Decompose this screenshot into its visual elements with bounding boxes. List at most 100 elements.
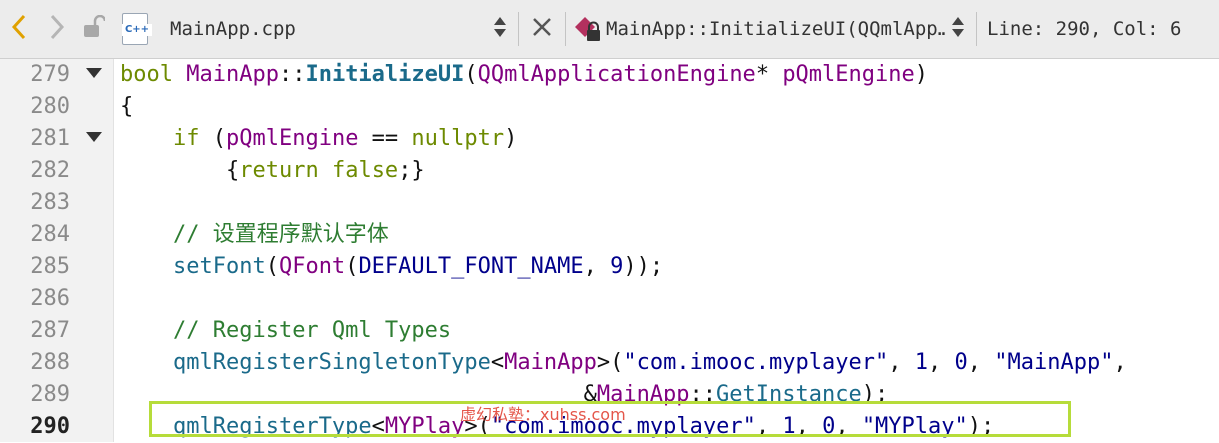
code-token: setFont bbox=[172, 254, 266, 279]
locked-method-icon bbox=[572, 15, 606, 43]
code-token: ) bbox=[914, 62, 929, 87]
current-symbol[interactable]: MainApp::InitializeUI(QQmlApp… bbox=[606, 18, 946, 40]
code-text: {return false;} bbox=[120, 155, 425, 187]
code-token: ( bbox=[464, 62, 478, 87]
line-number: 280 bbox=[30, 94, 70, 119]
code-editor[interactable]: 279 bool MainApp::InitializeUI(QQmlApplic… bbox=[0, 59, 1219, 442]
line-number: 284 bbox=[30, 222, 70, 247]
code-token: nullptr bbox=[411, 126, 505, 151]
code-line[interactable]: 284 // 设置程序默认字体 bbox=[0, 219, 1219, 251]
code-line[interactable]: 281 if (pQmlEngine == nullptr) bbox=[0, 123, 1219, 155]
code-line[interactable]: 283 bbox=[0, 187, 1219, 219]
fold-toggle-icon[interactable] bbox=[86, 68, 102, 78]
editor-toolbar: C++ MainApp.cpp MainApp::InitializeUI(QQ… bbox=[0, 0, 1219, 59]
back-button[interactable] bbox=[0, 0, 38, 58]
code-token: * bbox=[755, 62, 783, 87]
code-token: == bbox=[358, 126, 412, 151]
line-number: 287 bbox=[30, 318, 70, 343]
code-token: ( bbox=[199, 126, 226, 151]
file-lock-button[interactable] bbox=[76, 0, 112, 58]
toolbar-separator bbox=[518, 12, 519, 46]
code-token: ( bbox=[265, 254, 279, 279]
line-number: 290 bbox=[30, 414, 70, 439]
code-text: { bbox=[120, 91, 133, 123]
line-number: 282 bbox=[30, 158, 70, 183]
code-line[interactable]: 287 // Register Qml Types bbox=[0, 315, 1219, 347]
current-file-name[interactable]: MainApp.cpp bbox=[170, 18, 488, 40]
watermark: 虚幻私塾：xuhss.com bbox=[460, 405, 626, 424]
code-token: MainApp bbox=[504, 350, 597, 375]
code-token: InitializeUI bbox=[305, 62, 465, 87]
code-token: bool bbox=[120, 62, 173, 87]
code-token: qmlRegisterSingletonType bbox=[172, 350, 491, 375]
code-token: < bbox=[490, 350, 505, 375]
code-token: :: bbox=[278, 62, 306, 87]
code-token: // 设置程序默认字体 bbox=[172, 222, 389, 247]
line-number: 289 bbox=[30, 382, 70, 407]
lock-icon bbox=[83, 14, 107, 44]
toolbar-separator bbox=[565, 12, 566, 46]
code-token: 0 bbox=[954, 350, 968, 375]
cursor-position[interactable]: Line: 290, Col: 6 bbox=[987, 18, 1181, 40]
code-text: // 设置程序默认字体 bbox=[120, 219, 389, 251]
file-switcher-dropdown[interactable] bbox=[488, 15, 512, 44]
code-token: MainApp bbox=[186, 62, 279, 87]
code-token: pQmlEngine bbox=[782, 62, 915, 87]
code-text: bool MainApp::InitializeUI(QQmlApplicati… bbox=[120, 59, 928, 91]
code-token: // Register Qml Types bbox=[172, 318, 452, 343]
code-token: DEFAULT_FONT_NAME bbox=[358, 254, 584, 279]
code-token: QFont bbox=[278, 254, 346, 279]
code-line[interactable]: 280 { bbox=[0, 91, 1219, 123]
code-token: "com.imooc.myplayer" bbox=[623, 350, 889, 375]
code-text: setFont(QFont(DEFAULT_FONT_NAME, 9)); bbox=[120, 251, 663, 283]
close-icon bbox=[531, 16, 553, 43]
code-token: if bbox=[172, 126, 200, 151]
up-down-arrows-icon bbox=[493, 15, 507, 44]
line-number: 285 bbox=[30, 254, 70, 279]
code-token: 9 bbox=[610, 254, 624, 279]
up-down-arrows-icon bbox=[951, 15, 965, 44]
code-line[interactable]: 286 bbox=[0, 283, 1219, 315]
code-line[interactable]: 279 bool MainApp::InitializeUI(QQmlApplic… bbox=[0, 59, 1219, 91]
line-number: 283 bbox=[30, 190, 70, 215]
code-token: )); bbox=[623, 254, 664, 279]
line-number: 281 bbox=[30, 126, 70, 151]
code-token: , bbox=[888, 350, 915, 375]
chevron-left-icon bbox=[11, 14, 27, 45]
line-number: 288 bbox=[30, 350, 70, 375]
code-token: , bbox=[583, 254, 611, 279]
code-token: { bbox=[120, 158, 240, 183]
code-token: "MainApp" bbox=[994, 350, 1114, 375]
code-token: , bbox=[1113, 350, 1127, 375]
code-token: return bbox=[239, 158, 319, 183]
close-document-button[interactable] bbox=[525, 16, 559, 43]
code-line[interactable]: 288 qmlRegisterSingletonType<MainApp>("c… bbox=[0, 347, 1219, 379]
file-type-badge: C++ bbox=[122, 24, 152, 36]
fold-toggle-icon[interactable] bbox=[86, 132, 102, 142]
line-number: 279 bbox=[30, 62, 70, 87]
code-text: qmlRegisterSingletonType<MainApp>("com.i… bbox=[120, 347, 1127, 379]
code-token: >( bbox=[596, 350, 624, 375]
code-token: ) bbox=[504, 126, 518, 151]
forward-button[interactable] bbox=[38, 0, 76, 58]
code-line[interactable]: 282 {return false;} bbox=[0, 155, 1219, 187]
code-token: QQmlApplicationEngine bbox=[477, 62, 756, 87]
chevron-right-icon bbox=[49, 14, 65, 45]
symbol-dropdown[interactable] bbox=[946, 15, 970, 44]
code-text: // Register Qml Types bbox=[120, 315, 451, 347]
line-number: 286 bbox=[30, 286, 70, 311]
code-token: false bbox=[331, 158, 399, 183]
code-text: if (pQmlEngine == nullptr) bbox=[120, 123, 517, 155]
code-token: pQmlEngine bbox=[225, 126, 359, 151]
code-token: , bbox=[928, 350, 955, 375]
code-token: { bbox=[120, 94, 134, 119]
code-token: , bbox=[967, 350, 995, 375]
code-line[interactable]: 285 setFont(QFont(DEFAULT_FONT_NAME, 9))… bbox=[0, 251, 1219, 283]
